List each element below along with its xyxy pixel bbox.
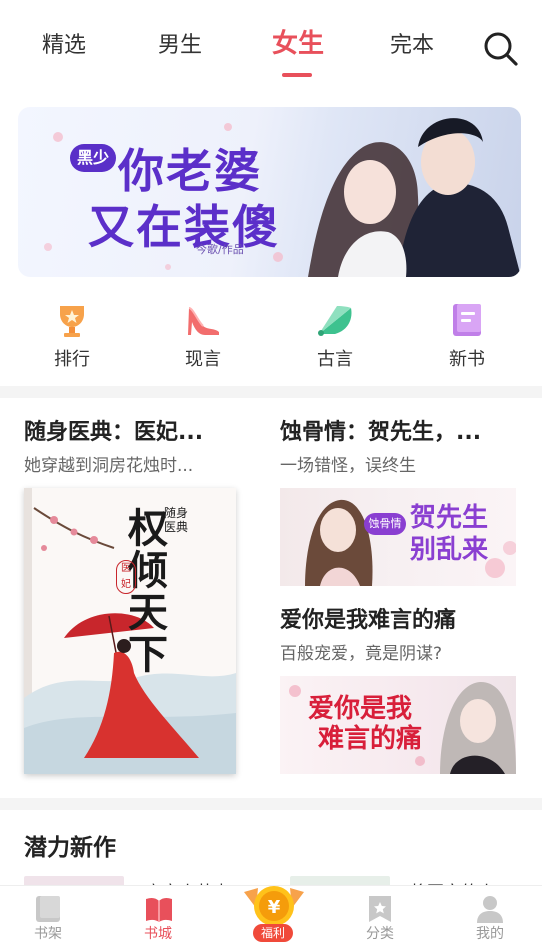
tab-female[interactable]: 女生 (272, 26, 324, 62)
book-title-left[interactable]: 随身医典：医妃... (24, 418, 254, 448)
promo-banner[interactable]: 黑少 你老婆 又在装傻 今歌/作品 (18, 107, 521, 277)
section-divider-2 (0, 798, 542, 810)
nav-bookstore[interactable]: 书城 (128, 894, 188, 943)
category-ranking[interactable]: 排行 (32, 300, 112, 371)
new-book-icon (447, 300, 487, 340)
top-tab-bar: 精选 男生 女生 完本 (0, 0, 542, 95)
nav-bookstore-label: 书城 (144, 926, 172, 942)
cover-right-bottom-title-2: 难言的痛 (318, 724, 423, 754)
fan-icon (315, 300, 355, 340)
category-ranking-label: 排行 (54, 349, 90, 370)
tab-male[interactable]: 男生 (158, 28, 202, 64)
cover-right-bottom-title-1: 爱你是我 (308, 694, 413, 724)
category-new-books-label: 新书 (449, 349, 485, 370)
book-cover-right-bottom[interactable]: 爱你是我 难言的痛 (280, 676, 516, 774)
cover-right-top-title: 贺先生别乱来 (410, 503, 489, 565)
category-new-books[interactable]: 新书 (427, 300, 507, 371)
banner-title-line2: 又在装傻 (88, 200, 280, 254)
category-ancient-romance-label: 古言 (317, 349, 353, 370)
bookshelf-icon (34, 894, 62, 924)
category-ancient-romance[interactable]: 古言 (295, 300, 375, 371)
section-title-potential-new: 潜力新作 (24, 835, 116, 861)
category-modern-romance[interactable]: 现言 (163, 300, 243, 371)
nav-welfare-label[interactable]: 福利 (253, 924, 293, 942)
tab-completed[interactable]: 完本 (390, 28, 434, 64)
svg-text:¥: ¥ (268, 897, 281, 918)
cover-left-title: 权倾天下 (128, 505, 168, 678)
profile-icon (476, 894, 504, 924)
book-desc-right-bottom: 百般宠爱，竟是阴谋? (280, 644, 443, 664)
category-icon (366, 894, 394, 924)
book-cover-left[interactable]: 随身医典 权倾天下 医妃 (24, 488, 236, 774)
banner-author: 今歌/作品 (196, 243, 244, 256)
book-title-right-top[interactable]: 蚀骨情：贺先生，... (280, 418, 510, 448)
book-title-right-bottom[interactable]: 爱你是我难言的痛 (280, 606, 516, 636)
search-icon[interactable] (482, 30, 520, 68)
nav-category-label: 分类 (366, 926, 394, 942)
high-heel-icon (183, 300, 223, 340)
section-divider (0, 386, 542, 398)
cover-left-tag: 医妃 (116, 560, 136, 594)
tab-featured[interactable]: 精选 (42, 28, 86, 64)
nav-bookshelf-label: 书架 (34, 926, 62, 942)
nav-category[interactable]: 分类 (350, 894, 410, 943)
active-tab-indicator (282, 73, 312, 77)
category-modern-romance-label: 现言 (185, 349, 221, 370)
book-desc-right-top: 一场错怪，误终生 (280, 456, 416, 476)
nav-profile[interactable]: 我的 (460, 894, 520, 943)
book-cover-right-top[interactable]: 蚀骨情 贺先生别乱来 (280, 488, 516, 586)
book-desc-left: 她穿越到洞房花烛时... (24, 456, 194, 476)
nav-bookshelf[interactable]: 书架 (18, 894, 78, 943)
banner-prefix-badge: 黑少 (70, 144, 116, 172)
nav-profile-label: 我的 (476, 926, 504, 942)
bookstore-icon (144, 894, 172, 924)
trophy-icon (52, 300, 92, 340)
cover-right-top-tag: 蚀骨情 (364, 513, 406, 535)
